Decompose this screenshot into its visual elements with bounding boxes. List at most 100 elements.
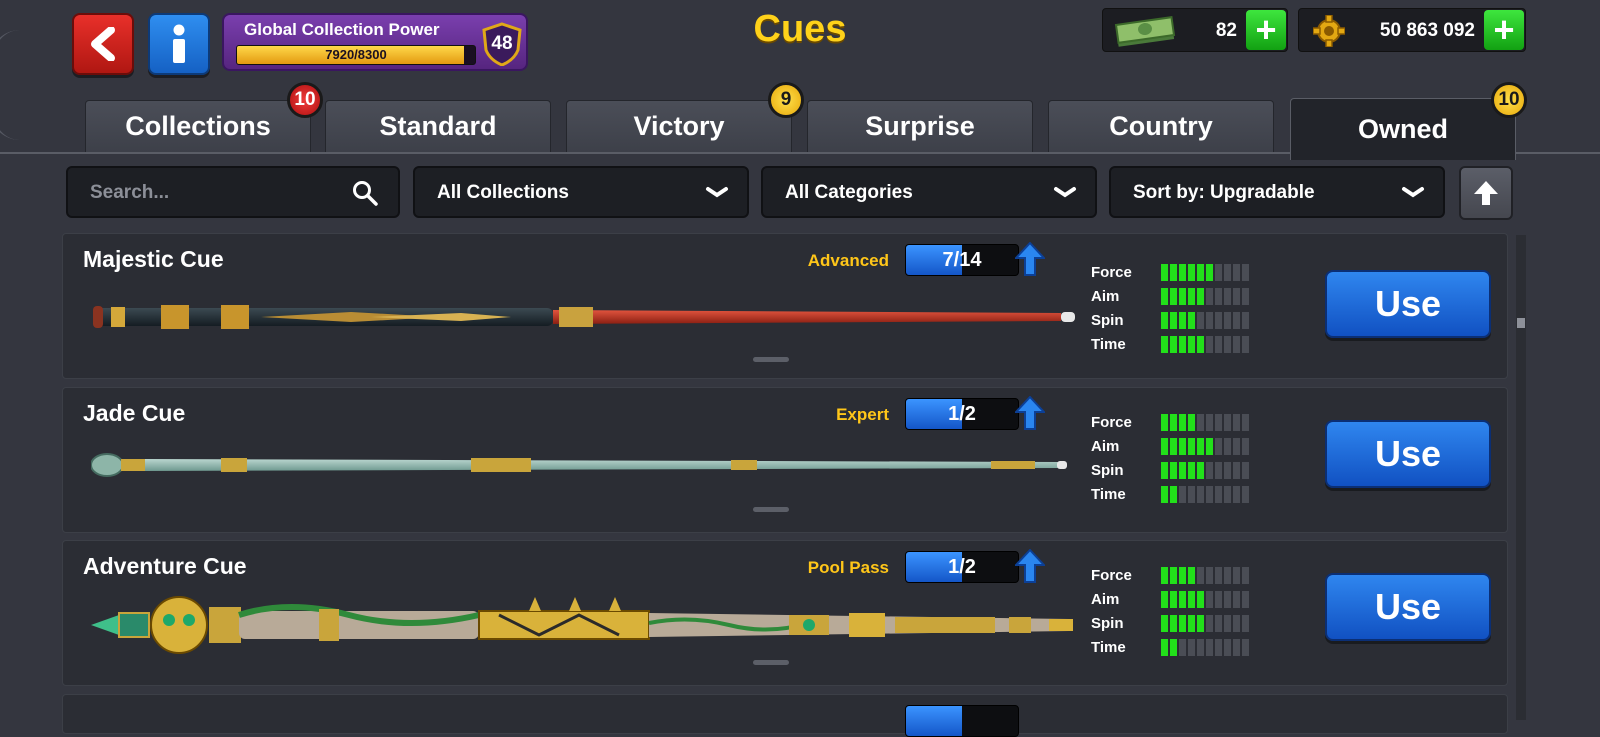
tab-country[interactable]: Country bbox=[1048, 100, 1274, 152]
stat-segment bbox=[1179, 437, 1186, 455]
sort-dropdown[interactable]: Sort by: Upgradable bbox=[1109, 166, 1445, 218]
coin-gear-icon bbox=[1313, 15, 1345, 47]
cue-level-progress bbox=[905, 705, 1019, 737]
tab-standard[interactable]: Standard bbox=[325, 100, 551, 152]
upgrade-arrow-icon[interactable] bbox=[1015, 549, 1045, 583]
collections-dropdown[interactable]: All Collections bbox=[413, 166, 749, 218]
stat-segment bbox=[1161, 485, 1168, 503]
stat-segment bbox=[1233, 335, 1240, 353]
categories-dropdown[interactable]: All Categories bbox=[761, 166, 1097, 218]
use-button-label: Use bbox=[1374, 586, 1442, 627]
scrollbar-track[interactable] bbox=[1516, 235, 1526, 720]
back-button[interactable] bbox=[72, 13, 134, 75]
stat-segment bbox=[1206, 335, 1213, 353]
stat-segment bbox=[1206, 461, 1213, 479]
stat-segment bbox=[1206, 638, 1213, 656]
stat-segment bbox=[1206, 263, 1213, 281]
info-icon bbox=[173, 24, 185, 63]
stat-label: Aim bbox=[1091, 287, 1120, 305]
info-button[interactable] bbox=[148, 13, 210, 75]
stat-segment bbox=[1215, 311, 1222, 329]
stat-meter bbox=[1161, 485, 1249, 503]
upgrade-arrow-icon[interactable] bbox=[1015, 242, 1045, 276]
scrollbar-thumb[interactable] bbox=[1517, 318, 1525, 328]
stat-segment bbox=[1161, 614, 1168, 632]
use-cue-button[interactable]: Use bbox=[1325, 270, 1491, 338]
cash-stack-icon bbox=[1114, 16, 1176, 47]
stat-segment bbox=[1170, 437, 1177, 455]
stat-segment bbox=[1242, 590, 1249, 608]
stat-segment bbox=[1215, 287, 1222, 305]
stat-segment bbox=[1215, 566, 1222, 584]
stat-segment bbox=[1233, 263, 1240, 281]
cue-card[interactable] bbox=[62, 694, 1508, 737]
cue-level-progress-text: 1/2 bbox=[948, 556, 976, 578]
tab-owned[interactable]: Owned bbox=[1290, 98, 1516, 160]
collection-level-shield-icon: 48 bbox=[480, 22, 524, 66]
stat-meter bbox=[1161, 311, 1249, 329]
global-collection-power[interactable]: Global Collection Power 7920/8300 48 bbox=[222, 13, 528, 71]
stat-segment bbox=[1224, 638, 1231, 656]
search-field[interactable]: Search... bbox=[66, 166, 400, 218]
collection-power-value: 7920/8300 bbox=[325, 47, 387, 62]
cue-card[interactable]: Jade Cue Expert Level 1 1/2 ForceAimSpin… bbox=[62, 387, 1508, 533]
tab-label: Country bbox=[1109, 111, 1213, 141]
stat-segment bbox=[1197, 614, 1204, 632]
use-cue-button[interactable]: Use bbox=[1325, 573, 1491, 641]
stat-segment bbox=[1224, 413, 1231, 431]
stat-segment bbox=[1206, 566, 1213, 584]
stat-row-force: Force bbox=[1091, 410, 1249, 434]
stat-meter bbox=[1161, 413, 1249, 431]
stat-segment bbox=[1215, 485, 1222, 503]
stat-segment bbox=[1215, 614, 1222, 632]
stat-segment bbox=[1179, 614, 1186, 632]
stat-meter bbox=[1161, 263, 1249, 281]
stat-segment bbox=[1197, 461, 1204, 479]
stat-segment bbox=[1197, 566, 1204, 584]
jade-cue-image bbox=[91, 453, 1067, 477]
search-input[interactable]: Search... bbox=[90, 182, 169, 204]
stat-segment bbox=[1161, 437, 1168, 455]
stat-segment bbox=[1215, 461, 1222, 479]
cue-level-progress: 1/2 bbox=[905, 398, 1019, 430]
adventure-cue-image bbox=[91, 596, 1073, 654]
back-arrow-icon bbox=[91, 27, 115, 61]
stat-segment bbox=[1188, 335, 1195, 353]
search-icon[interactable] bbox=[352, 180, 378, 206]
stat-segment bbox=[1206, 287, 1213, 305]
stat-segment bbox=[1179, 311, 1186, 329]
stat-segment bbox=[1215, 638, 1222, 656]
tab-victory[interactable]: Victory bbox=[566, 100, 792, 152]
cue-card[interactable]: Adventure Cue Pool Pass Level 1 1/2 Forc… bbox=[62, 540, 1508, 686]
stat-segment bbox=[1179, 566, 1186, 584]
stat-meter bbox=[1161, 638, 1249, 656]
stat-label: Force bbox=[1091, 413, 1132, 431]
cue-level-progress: 7/14 bbox=[905, 244, 1019, 276]
stat-segment bbox=[1161, 311, 1168, 329]
sort-direction-button[interactable] bbox=[1459, 166, 1513, 220]
stat-label: Force bbox=[1091, 566, 1132, 584]
tab-collections[interactable]: Collections bbox=[85, 100, 311, 152]
stat-row-time: Time bbox=[1091, 635, 1249, 659]
upgrade-arrow-icon[interactable] bbox=[1015, 396, 1045, 430]
stat-segment bbox=[1242, 566, 1249, 584]
stat-label: Time bbox=[1091, 638, 1126, 656]
tab-surprise[interactable]: Surprise bbox=[807, 100, 1033, 152]
stat-segment bbox=[1242, 335, 1249, 353]
arrow-up-icon bbox=[1474, 181, 1498, 205]
majestic-cue-image bbox=[93, 305, 1075, 329]
stat-row-force: Force bbox=[1091, 563, 1249, 587]
use-cue-button[interactable]: Use bbox=[1325, 420, 1491, 488]
add-cash-button[interactable]: + bbox=[1246, 10, 1286, 50]
stat-segment bbox=[1188, 485, 1195, 503]
stat-segment bbox=[1224, 335, 1231, 353]
cue-card[interactable]: Majestic Cue Advanced Level 3 7/14 Force… bbox=[62, 233, 1508, 379]
stat-segment bbox=[1197, 311, 1204, 329]
cue-stats: Force Aim Spin Time bbox=[1091, 563, 1249, 659]
chevron-down-icon bbox=[706, 187, 728, 198]
coins-value: 50 863 092 bbox=[1379, 20, 1475, 41]
stat-segment bbox=[1188, 437, 1195, 455]
stat-segment bbox=[1242, 638, 1249, 656]
stat-segment bbox=[1215, 263, 1222, 281]
add-coins-button[interactable]: + bbox=[1484, 10, 1524, 50]
